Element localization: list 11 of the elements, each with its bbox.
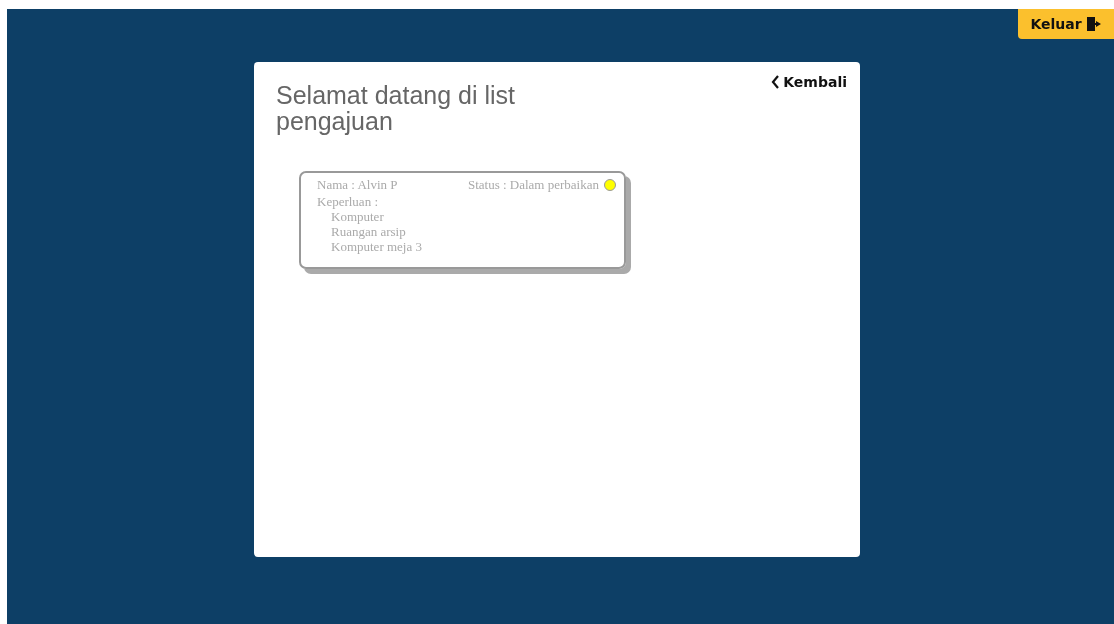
status-text: Status : Dalam perbaikan [467, 177, 599, 192]
requester-name: Nama : Alvin P [317, 177, 398, 192]
page-title: Selamat datang di list pengajuan [276, 82, 516, 134]
purpose-item: Komputer meja 3 [330, 239, 423, 254]
back-link[interactable]: Kembali [771, 74, 847, 90]
logout-button[interactable]: Keluar [1018, 9, 1114, 39]
chevron-left-icon [771, 75, 781, 89]
door-exit-icon [1085, 16, 1102, 32]
purpose-label: Keperluan : [317, 194, 379, 209]
purpose-item: Ruangan arsip [330, 224, 407, 239]
purpose-item: Komputer [330, 209, 385, 224]
